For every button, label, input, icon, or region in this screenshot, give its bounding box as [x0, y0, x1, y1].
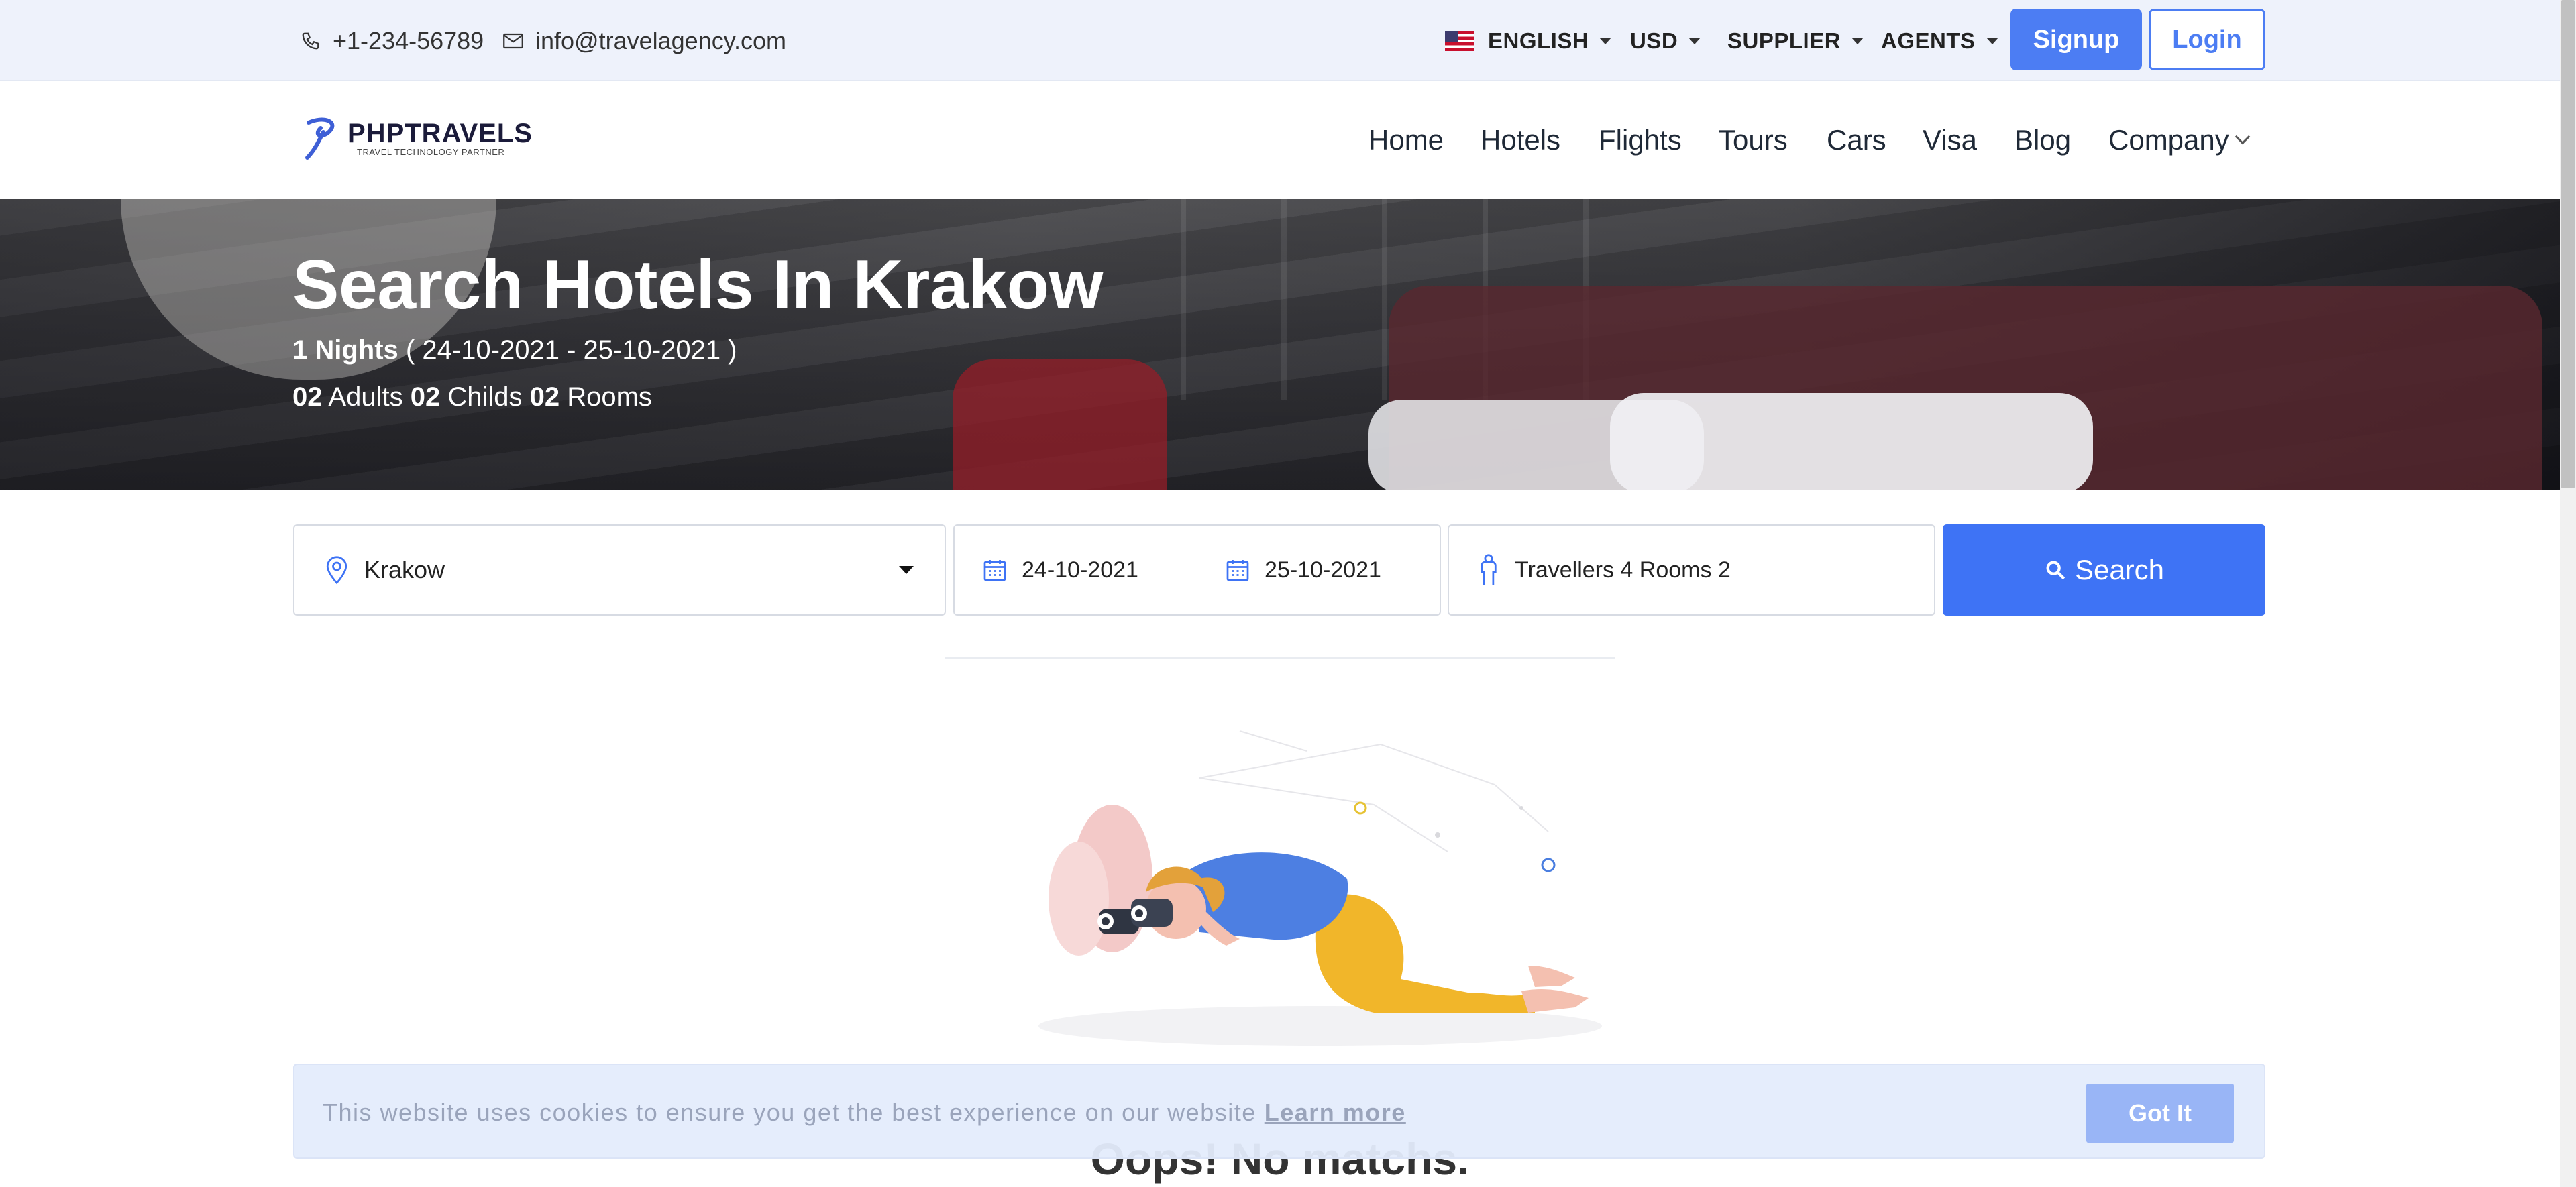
cookie-learn-more-link[interactable]: Learn more: [1265, 1098, 1406, 1127]
main-navbar: PHPTRAVELS TRAVEL TECHNOLOGY PARTNER Hom…: [0, 81, 2560, 199]
caret-down-icon: [1599, 37, 1612, 44]
cookie-accept-button[interactable]: Got It: [2086, 1084, 2234, 1143]
nav-company-label: Company: [2108, 123, 2229, 156]
guest-summary: 02 Adults 02 Childs 02 Rooms: [292, 382, 652, 412]
cookie-message: This website uses cookies to ensure you …: [323, 1098, 1256, 1126]
date-range-field: 24-10-2021 25-10-2021: [953, 524, 1441, 616]
caret-down-icon: [1688, 37, 1701, 44]
nav-flights[interactable]: Flights: [1599, 81, 1682, 199]
brand-name: PHPTRAVELS: [347, 118, 533, 148]
rooms-label: Rooms: [567, 382, 652, 412]
search-button[interactable]: Search: [1943, 524, 2265, 616]
top-bar: +1-234-56789 info@travelagency.com ENGLI…: [0, 0, 2560, 81]
nav-tours[interactable]: Tours: [1719, 81, 1788, 199]
currency-dropdown[interactable]: USD: [1630, 0, 1701, 81]
search-icon: [2046, 561, 2065, 580]
checkout-input[interactable]: 25-10-2021: [1265, 557, 1381, 583]
nav-visa[interactable]: Visa: [1923, 81, 1977, 199]
nights-count: 1 Nights: [292, 335, 398, 365]
agents-dropdown[interactable]: AGENTS: [1881, 0, 1998, 81]
topbar-email[interactable]: info@travelagency.com: [503, 0, 786, 81]
caret-down-icon: [1851, 37, 1864, 44]
logo-mark-icon: [305, 117, 335, 160]
travellers-field[interactable]: Travellers 4 Rooms 2: [1448, 524, 1935, 616]
login-button[interactable]: Login: [2149, 9, 2265, 70]
currency-label: USD: [1630, 27, 1678, 53]
hero-bg-chair: [953, 359, 1167, 490]
cookie-banner: This website uses cookies to ensure you …: [293, 1064, 2265, 1159]
rooms-count: 02: [529, 382, 560, 412]
chevron-down-icon: [2235, 129, 2251, 144]
search-button-label: Search: [2074, 554, 2165, 585]
mail-icon: [503, 33, 523, 48]
city-select[interactable]: Krakow: [293, 524, 946, 616]
nav-cars[interactable]: Cars: [1827, 81, 1886, 199]
page-title: Search Hotels In Krakow: [292, 246, 1104, 324]
city-value: Krakow: [364, 556, 445, 583]
agents-label: AGENTS: [1881, 27, 1976, 53]
caret-down-icon: [1986, 37, 1998, 44]
nav-company[interactable]: Company: [2108, 81, 2251, 199]
stay-summary: 1 Nights ( 24-10-2021 - 25-10-2021 ): [292, 335, 737, 365]
us-flag-icon: [1445, 30, 1474, 51]
supplier-dropdown[interactable]: SUPPLIER: [1727, 0, 1864, 81]
childs-label: Childs: [447, 382, 523, 412]
childs-count: 02: [410, 382, 441, 412]
location-pin-icon: [326, 556, 347, 585]
hero-bg-pillow: [1610, 393, 2093, 490]
brand-logo[interactable]: PHPTRAVELS TRAVEL TECHNOLOGY PARTNER: [303, 116, 533, 160]
nav-blog[interactable]: Blog: [2015, 81, 2071, 199]
hero-banner: Search Hotels In Krakow 1 Nights ( 24-10…: [0, 199, 2560, 490]
travellers-value: Travellers 4 Rooms 2: [1515, 557, 1731, 583]
topbar-phone[interactable]: +1-234-56789: [301, 0, 484, 81]
phone-icon: [302, 32, 319, 49]
caret-down-icon: [899, 566, 914, 574]
adults-label: Adults: [328, 382, 403, 412]
cookie-message-row: This website uses cookies to ensure you …: [323, 1065, 1406, 1160]
phone-text: +1-234-56789: [333, 26, 484, 54]
calendar-icon: [1226, 560, 1249, 581]
calendar-icon: [983, 560, 1006, 581]
nav-home[interactable]: Home: [1368, 81, 1444, 199]
brand-tagline: TRAVEL TECHNOLOGY PARTNER: [357, 146, 505, 157]
stay-dates: ( 24-10-2021 - 25-10-2021 ): [405, 335, 737, 365]
email-text: info@travelagency.com: [535, 26, 787, 54]
results-divider: [945, 657, 1615, 659]
nav-hotels[interactable]: Hotels: [1481, 81, 1560, 199]
supplier-label: SUPPLIER: [1727, 27, 1841, 53]
person-icon: [1481, 554, 1497, 585]
signup-button[interactable]: Signup: [2010, 9, 2142, 70]
language-dropdown[interactable]: ENGLISH: [1445, 0, 1612, 81]
language-label: ENGLISH: [1488, 27, 1589, 53]
scrollbar-thumb[interactable]: [2561, 0, 2575, 488]
no-results-illustration: [1038, 730, 1602, 1046]
checkin-input[interactable]: 24-10-2021: [1022, 557, 1138, 583]
adults-count: 02: [292, 382, 323, 412]
